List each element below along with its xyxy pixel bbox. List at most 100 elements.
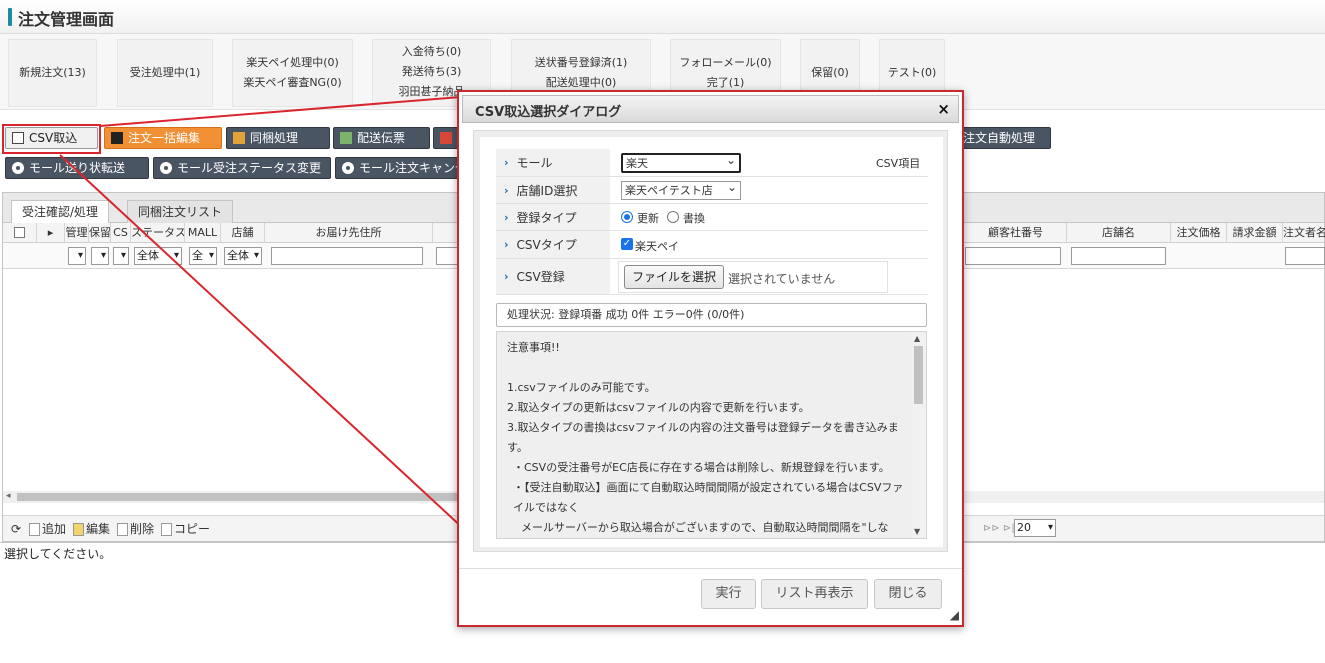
button-label: 注文一括編集 [128, 131, 201, 145]
delete-button[interactable]: 削除 [117, 521, 154, 537]
column-header[interactable]: 店舗名 [1067, 223, 1171, 243]
add-button[interactable]: 追加 [29, 521, 66, 537]
page-title: 注文管理画面 [18, 10, 115, 29]
mall-cancel-button[interactable]: モール注文キャンセル [335, 157, 459, 179]
field-label: 登録タイプ [516, 210, 577, 225]
chevron-right-icon: › [504, 238, 509, 251]
store-select[interactable]: 楽天ペイテスト店 [621, 181, 741, 200]
filter-select[interactable] [113, 247, 129, 265]
button-label: 編集 [86, 522, 111, 536]
bundle-button[interactable]: 同梱処理 [226, 127, 330, 149]
scroll-down-icon[interactable]: ▼ [914, 527, 920, 536]
register-update-radio[interactable] [621, 211, 633, 223]
dialog-separator [459, 568, 962, 569]
scrollbar-thumb[interactable] [17, 493, 477, 501]
column-header[interactable]: 保留 [89, 223, 111, 243]
mall-label: › モール [496, 149, 610, 176]
field-label: モール [516, 156, 553, 170]
mall-status-change-button[interactable]: モール受注ステータス変更 [153, 157, 331, 179]
field-label: 店舗ID選択 [516, 183, 578, 198]
process-status: 処理状況: 登録項番 成功 0件 エラー0件 (0/0件) [496, 303, 927, 327]
button-label: 配送伝票 [357, 131, 406, 145]
tab-order-confirm[interactable]: 受注確認/処理 [11, 200, 110, 224]
select-all-checkbox[interactable] [3, 223, 37, 243]
gear-icon [342, 162, 354, 174]
status-label: 発送待ち(3) [401, 65, 462, 78]
column-header[interactable]: 注文者名 [1283, 223, 1325, 243]
copy-button[interactable]: コピー [161, 521, 210, 537]
edit-icon [111, 132, 123, 144]
button-label: 注文自動処理 [963, 131, 1036, 145]
note-line: ・CSVの受注番号がEC店長に存在する場合は削除し、新規登録を行います。 [513, 461, 890, 474]
run-button[interactable]: 実行 [701, 579, 756, 609]
note-line [507, 358, 910, 378]
close-button[interactable]: 閉じる [874, 579, 942, 609]
close-icon[interactable]: × [937, 100, 950, 118]
status-box-processing[interactable]: 受注処理中(1) [117, 39, 213, 107]
dialog-body: › モール 楽天 CSV項目 › 店舗ID選択 楽天ペイテスト店 › 登録タイプ 更新… [473, 130, 948, 552]
title-accent-bar [8, 8, 12, 26]
register-update-label: 更新 [637, 212, 659, 225]
tab-bundle-list[interactable]: 同梱注文リスト [127, 200, 234, 223]
note-line: 1.csvファイルのみ可能です。 [507, 381, 656, 394]
address-filter-input[interactable] [271, 247, 423, 265]
column-header[interactable]: 管理 [65, 223, 89, 243]
notes-scrollbar[interactable]: ▲ ▼ [911, 332, 926, 538]
column-header[interactable]: お届け先住所 [265, 223, 433, 243]
note-line: 注意事項!! [507, 341, 560, 354]
page-size-select[interactable]: 20 [1014, 519, 1056, 537]
box-icon [233, 132, 245, 144]
column-header[interactable]: CS [111, 223, 131, 243]
column-header[interactable]: 店舗 [221, 223, 265, 243]
scroll-up-icon[interactable]: ▲ [914, 334, 920, 343]
filter-select[interactable] [91, 247, 109, 265]
status-label: 楽天ペイ審査NG(0) [243, 76, 342, 89]
file-status: 選択されていません [728, 272, 836, 286]
file-choose-button[interactable]: ファイルを選択 [624, 265, 725, 289]
mall-select[interactable]: 楽天 [621, 153, 741, 173]
field-label: CSVタイプ [516, 238, 577, 252]
column-header[interactable]: 顧客社番号 [965, 223, 1067, 243]
column-header[interactable]: MALL [185, 223, 221, 243]
edit-button[interactable]: 編集 [73, 521, 110, 537]
status-box-rakuten-pay[interactable]: 楽天ペイ処理中(0) 楽天ペイ審査NG(0) [232, 39, 353, 107]
orderer-filter-input[interactable] [1285, 247, 1325, 265]
notes-panel[interactable]: 注意事項!! 1.csvファイルのみ可能です。 2.取込タイプの更新はcsvファ… [496, 331, 927, 539]
csv-item-link[interactable]: CSV項目 [876, 155, 920, 171]
column-header[interactable]: 注文価格 [1171, 223, 1227, 243]
scroll-left-icon[interactable]: ◂ [6, 491, 11, 501]
dialog-titlebar[interactable]: CSV取込選択ダイアログ × [462, 95, 959, 123]
store-row: › 店舗ID選択 楽天ペイテスト店 [496, 177, 928, 204]
dialog-title: CSV取込選択ダイアログ [475, 105, 622, 120]
pdf-icon [440, 132, 452, 144]
button-label: モール送り状転送 [29, 161, 126, 175]
shipping-slip-button[interactable]: 配送伝票 [333, 127, 430, 149]
store-name-filter-input[interactable] [1071, 247, 1166, 265]
mall-filter-select[interactable]: 全 [189, 247, 217, 265]
register-overwrite-radio[interactable] [667, 211, 679, 223]
notes-content: 注意事項!! 1.csvファイルのみ可能です。 2.取込タイプの更新はcsvファ… [507, 338, 910, 538]
filter-input[interactable] [436, 247, 458, 265]
column-header[interactable]: 請求金額 [1227, 223, 1283, 243]
store-filter-select[interactable]: 全体 [224, 247, 262, 265]
csv-type-row: › CSVタイプ ✓ 楽天ペイ [496, 231, 928, 259]
filter-select[interactable] [68, 247, 86, 265]
bulk-edit-button[interactable]: 注文一括編集 [104, 127, 222, 149]
expand-arrow-icon: ▸ [37, 223, 65, 243]
status-box-new-order[interactable]: 新規注文(13) [8, 39, 97, 107]
csv-type-value: 楽天ペイ [635, 240, 679, 253]
refresh-icon[interactable]: ⟳ [11, 521, 21, 537]
csv-register-row: › CSV登録 ファイルを選択 選択されていません [496, 259, 928, 295]
button-label: 追加 [42, 522, 67, 536]
refresh-list-button[interactable]: リスト再表示 [761, 579, 868, 609]
csv-type-checkbox[interactable]: ✓ [621, 238, 633, 250]
mall-shipping-transfer-button[interactable]: モール送り状転送 [5, 157, 149, 179]
resize-handle-icon[interactable]: ◢ [950, 608, 959, 622]
csv-import-dialog: CSV取込選択ダイアログ × › モール 楽天 CSV項目 › 店舗ID選択 楽天ペ… [457, 90, 964, 627]
register-type-label: › 登録タイプ [496, 204, 610, 230]
pdf-button[interactable] [433, 127, 459, 149]
customer-number-filter-input[interactable] [965, 247, 1061, 265]
status-label: 楽天ペイ処理中(0) [246, 56, 339, 69]
scrollbar-thumb[interactable] [914, 346, 923, 404]
pager-next-icon[interactable]: ⊳⊳ ⊳| [983, 521, 1015, 537]
